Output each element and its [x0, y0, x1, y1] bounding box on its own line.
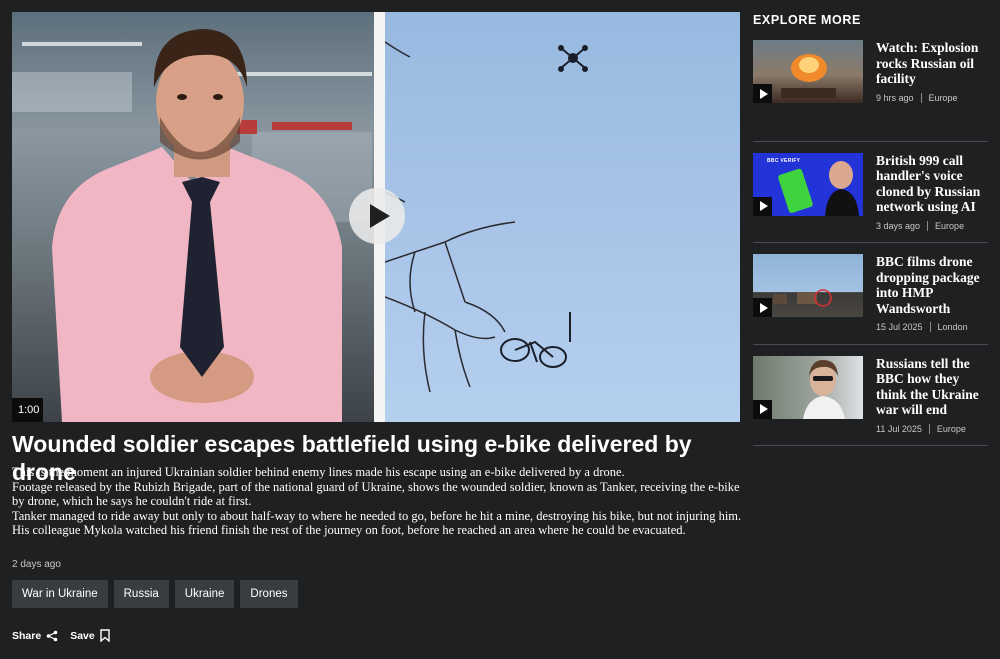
list-item[interactable]: Russians tell the BBC how they think the… — [753, 345, 988, 446]
item-time: 11 Jul 2025 — [876, 423, 922, 434]
video-player[interactable]: 1:00 — [12, 12, 740, 422]
item-section: Europe — [936, 423, 966, 434]
item-meta: 3 days ago Europe — [876, 220, 988, 231]
item-section: London — [937, 322, 968, 332]
save-label: Save — [70, 629, 95, 642]
presenter-image — [52, 29, 342, 422]
save-button[interactable]: Save — [70, 629, 110, 642]
bbc-verify-badge: BBC VERIFY — [767, 157, 801, 164]
list-item[interactable]: BBC VERIFY British 999 call handler's vo… — [753, 142, 988, 243]
item-section: Europe — [928, 92, 958, 103]
item-time: 15 Jul 2025 — [876, 322, 923, 332]
summary-paragraph: Footage released by the Rubizh Brigade, … — [12, 479, 740, 509]
summary-paragraph: His colleague Mykola watched his friend … — [12, 523, 686, 537]
share-button[interactable]: Share — [12, 630, 58, 642]
drone-footage-frame — [385, 12, 740, 422]
summary-paragraph: Tanker managed to ride away but only to … — [12, 508, 742, 523]
thumbnail-image — [753, 254, 863, 317]
item-time: 3 days ago — [876, 220, 921, 231]
summary-paragraph: This is the moment an injured Ukrainian … — [12, 465, 625, 479]
meta-divider — [929, 322, 931, 332]
meta-divider — [920, 92, 922, 103]
item-text: British 999 call handler's voice cloned … — [876, 153, 988, 243]
explore-more-list: Watch: Explosion rocks Russian oil facil… — [753, 40, 988, 446]
bookmark-icon — [100, 629, 110, 642]
share-icon — [46, 630, 58, 641]
list-item[interactable]: BBC films drone dropping package into HM… — [753, 243, 988, 345]
meta-divider — [927, 220, 929, 231]
play-icon — [753, 196, 772, 216]
play-icon — [753, 399, 772, 419]
item-meta: 15 Jul 2025 London — [876, 322, 988, 332]
list-item[interactable]: Watch: Explosion rocks Russian oil facil… — [753, 40, 988, 142]
item-time: 9 hrs ago — [876, 92, 914, 103]
article-summary: This is the moment an injured Ukrainian … — [12, 465, 752, 538]
play-icon — [753, 298, 772, 317]
item-title[interactable]: Russians tell the BBC how they think the… — [876, 356, 988, 418]
tag-ukraine[interactable]: Ukraine — [174, 580, 235, 608]
drone-footage-image — [385, 41, 588, 393]
tag-russia[interactable]: Russia — [113, 580, 169, 608]
play-icon — [753, 84, 772, 103]
meta-divider — [928, 423, 930, 434]
item-text: Watch: Explosion rocks Russian oil facil… — [876, 40, 988, 141]
item-meta: 9 hrs ago Europe — [876, 92, 988, 103]
item-title[interactable]: Watch: Explosion rocks Russian oil facil… — [876, 40, 988, 87]
play-button[interactable] — [349, 188, 405, 244]
item-title[interactable]: British 999 call handler's voice cloned … — [876, 153, 988, 215]
thumbnail-image — [753, 40, 863, 103]
tag-war-in-ukraine[interactable]: War in Ukraine — [12, 580, 108, 608]
item-title[interactable]: BBC films drone dropping package into HM… — [876, 254, 988, 316]
item-section: Europe — [935, 220, 965, 231]
item-text: BBC films drone dropping package into HM… — [876, 254, 988, 344]
video-duration: 1:00 — [12, 398, 43, 422]
item-text: Russians tell the BBC how they think the… — [876, 356, 988, 446]
share-label: Share — [12, 629, 42, 642]
presenter-frame — [12, 12, 374, 422]
item-meta: 11 Jul 2025 Europe — [876, 423, 988, 434]
thumbnail-image: BBC VERIFY — [753, 152, 863, 216]
play-icon — [370, 204, 390, 228]
article-timestamp: 2 days ago — [12, 559, 61, 570]
thumbnail-image — [753, 355, 863, 419]
article-actions: Share Save — [12, 629, 110, 642]
tag-drones[interactable]: Drones — [240, 580, 298, 608]
explore-more-heading: EXPLORE MORE — [753, 13, 861, 27]
topic-tags: War in Ukraine Russia Ukraine Drones — [12, 580, 298, 608]
